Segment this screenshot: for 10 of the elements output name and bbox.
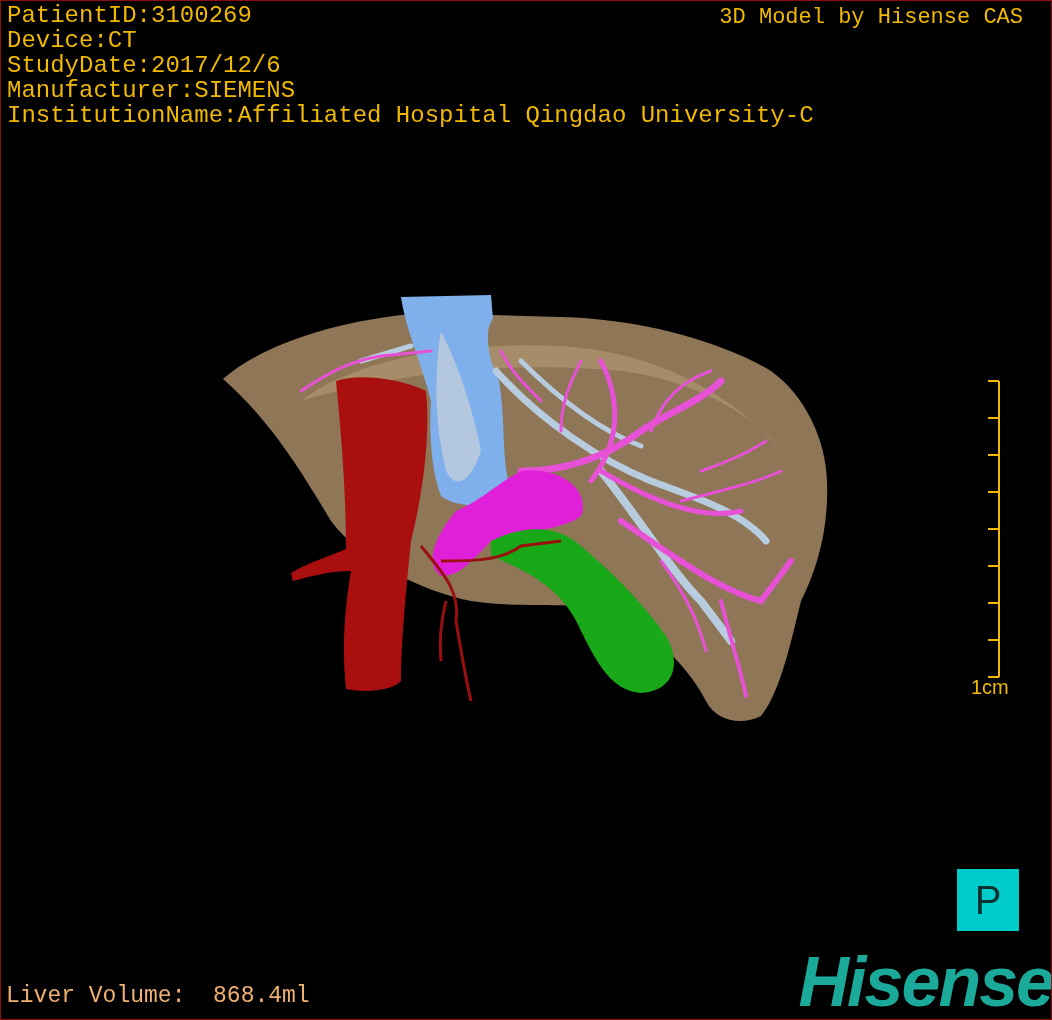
liver-volume-text: Liver Volume: 868.4ml [6, 983, 310, 1011]
patient-info-text: Device:CT [7, 28, 137, 53]
patient-info-text: Manufacturer:SIEMENS [7, 78, 296, 103]
patient-info-text: InstitutionName:Affiliated Hospital Qingdao University-C [7, 103, 814, 128]
scale-label: 1cm [971, 676, 1009, 699]
orientation-badge: P [957, 869, 1019, 931]
viewer-title: 3D Model by Hisense CAS [719, 4, 1023, 32]
patient-info-text: StudyDate:2017/12/6 [7, 53, 281, 78]
patient-info-text: PatientID:3100269 [7, 3, 252, 28]
brand-logo: Hisense [798, 949, 1051, 1015]
